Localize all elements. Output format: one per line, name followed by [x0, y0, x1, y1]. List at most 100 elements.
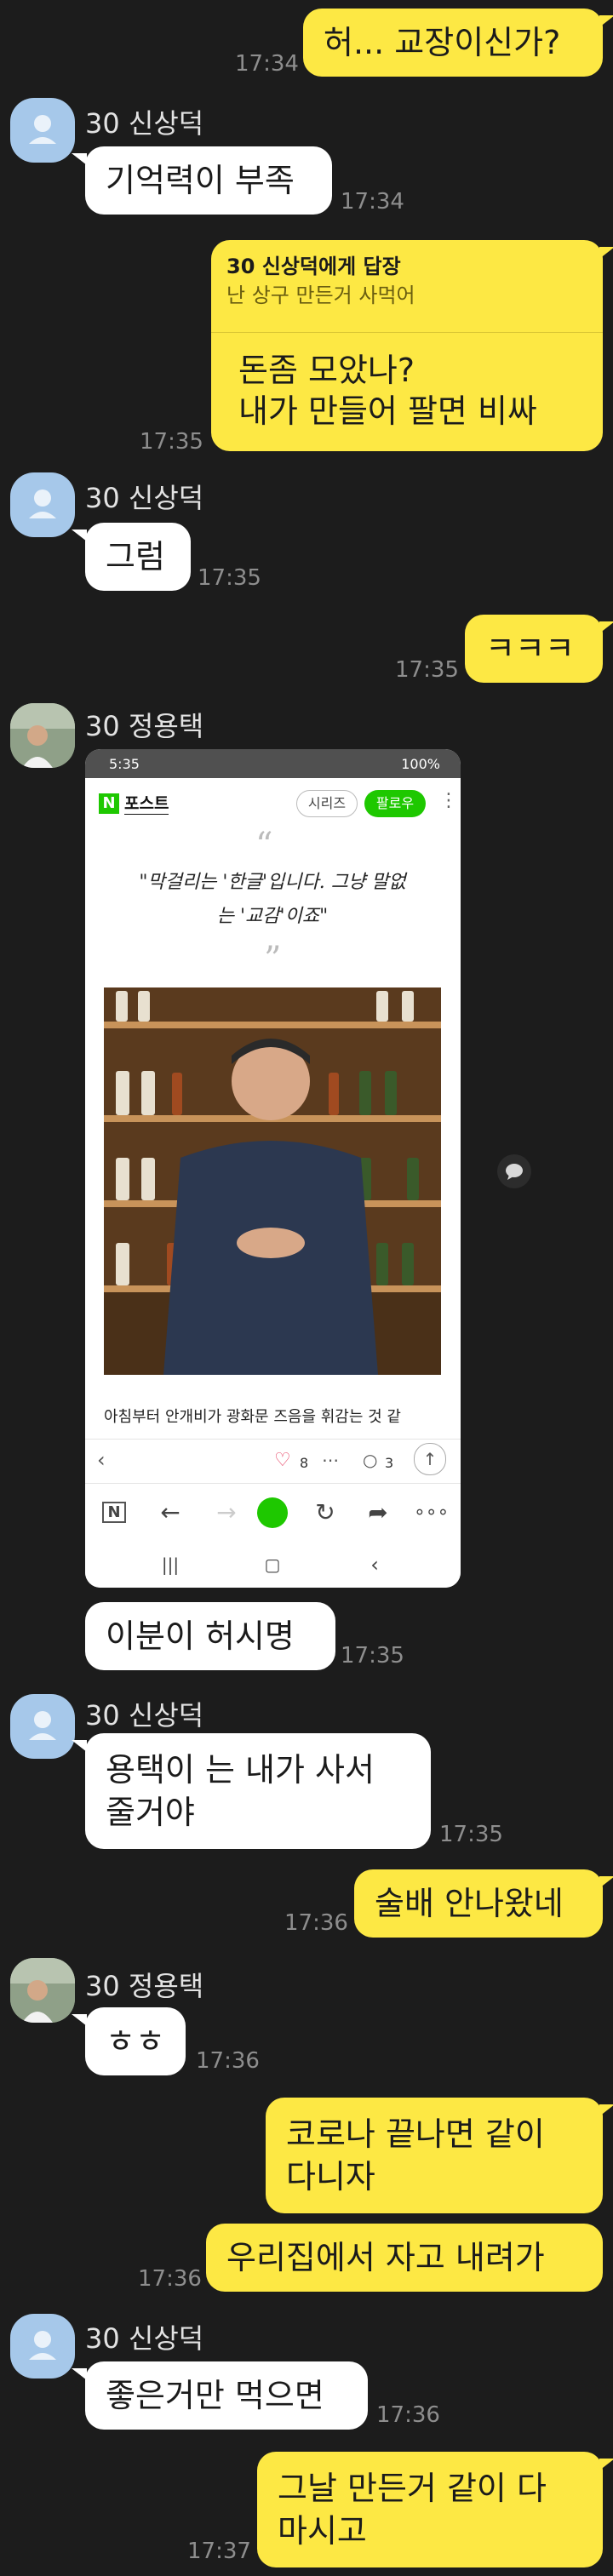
message-text-line: 다니자 — [286, 2158, 375, 2195]
profile-photo-icon — [10, 1958, 75, 2023]
article-photo — [104, 987, 441, 1375]
message-bubble-other[interactable]: 이분이 허시명 — [85, 1602, 335, 1670]
naver-n-icon: N — [99, 793, 119, 814]
back-arrow-icon[interactable]: ← — [153, 1496, 187, 1530]
message-bubble-mine[interactable]: 코로나 끝나면 같이 다니자 — [266, 2098, 603, 2213]
default-profile-icon — [29, 1711, 56, 1740]
message-text-line: 그날 만든거 같이 다 — [278, 2470, 547, 2507]
reply-target: 30 신상덕에게 답장 — [226, 255, 401, 278]
back-icon[interactable]: ‹ — [358, 1548, 392, 1582]
message-time: 17:35 — [439, 1822, 503, 1847]
message-text-line: 코로나 끝나면 같이 — [286, 2115, 545, 2153]
message-time: 17:34 — [341, 189, 404, 215]
message-text: 이분이 허시명 — [106, 1617, 295, 1655]
message-text: ㅎㅎ — [106, 2023, 165, 2060]
message-bubble-other[interactable]: ㅎㅎ — [85, 2007, 186, 2075]
message-bubble-other[interactable]: 기억력이 부족 — [85, 146, 332, 215]
scroll-top-icon[interactable]: ↑ — [414, 1443, 446, 1475]
comment-count: 3 — [385, 1455, 394, 1471]
shared-screenshot-image[interactable]: 5:35 100% N 포스트 시리즈 팔로우 ⋮ “ "막걸리는 '한글'입니… — [85, 749, 461, 1588]
back-arrow-icon[interactable]: ‹ — [97, 1448, 106, 1472]
avatar[interactable] — [10, 1958, 75, 2023]
refresh-icon[interactable]: ↻ — [308, 1496, 342, 1530]
article-caption: 아침부터 안개비가 광화문 즈음을 휘감는 것 같 — [104, 1408, 401, 1426]
follow-button-label: 팔로우 — [375, 795, 415, 811]
message-text: ㅋㅋㅋ — [485, 630, 575, 667]
message-bubble-other[interactable]: 좋은거만 먹으면 — [85, 2361, 368, 2430]
avatar[interactable] — [10, 703, 75, 768]
like-count: 8 — [300, 1455, 309, 1471]
recent-apps-icon[interactable]: ||| — [153, 1548, 187, 1582]
bubble-tail — [72, 2014, 87, 2026]
sender-name: 30 정용택 — [85, 710, 204, 742]
message-text: 좋은거만 먹으면 — [106, 2377, 324, 2414]
bubble-tail — [599, 247, 613, 259]
bubble-tail — [599, 2459, 613, 2470]
bubble-tail — [599, 2104, 613, 2116]
speech-bubble-icon — [506, 1164, 523, 1180]
message-time: 17:35 — [198, 565, 261, 591]
more-options-icon[interactable]: ⋮ — [439, 790, 458, 811]
message-bubble-other[interactable]: 용택이 는 내가 사서 줄거야 — [85, 1733, 431, 1849]
bubble-tail — [72, 2368, 87, 2380]
message-text: 우리집에서 자고 내려가 — [226, 2239, 545, 2276]
message-text-line: 줄거야 — [106, 1794, 195, 1831]
avatar[interactable] — [10, 1694, 75, 1759]
battery-level: 100% — [401, 756, 440, 772]
message-bubble-mine[interactable]: 그날 만든거 같이 다 마시고 — [257, 2452, 603, 2567]
more-icon[interactable]: ⋯ — [322, 1450, 339, 1470]
heart-icon[interactable]: ♡ — [274, 1450, 291, 1471]
comment-icon[interactable]: ○ — [363, 1450, 377, 1470]
bubble-tail — [72, 530, 87, 541]
sender-name: 30 정용택 — [85, 1970, 204, 2002]
message-text: 그럼 — [106, 538, 165, 575]
share-icon[interactable] — [497, 1154, 531, 1188]
message-text-line: 내가 만들어 팔면 비싸 — [238, 392, 537, 430]
bubble-tail — [72, 153, 87, 165]
message-time: 17:35 — [341, 1643, 404, 1669]
more-icon[interactable]: ∘∘∘ — [414, 1496, 449, 1530]
message-time: 17:36 — [138, 2266, 202, 2292]
message-time: 17:36 — [284, 1910, 348, 1936]
article-quote-line: 는 '교감'이죠" — [216, 906, 329, 927]
follow-button[interactable]: 팔로우 — [364, 790, 426, 817]
message-time: 17:36 — [376, 2402, 440, 2428]
avatar[interactable] — [10, 2314, 75, 2379]
app-name: 포스트 — [124, 794, 169, 815]
reply-header[interactable]: 30 신상덕에게 답장 난 상구 만든거 사먹어 — [211, 240, 603, 333]
series-button[interactable]: 시리즈 — [296, 790, 358, 817]
share-icon[interactable]: ➦ — [361, 1496, 395, 1530]
message-bubble-mine[interactable]: 허... 교장이신가? — [303, 9, 603, 77]
sender-name: 30 신상덕 — [85, 107, 204, 140]
browser-toolbar: N ← → ↻ ➦ ∘∘∘ — [85, 1483, 461, 1543]
reply-quote: 난 상구 만든거 사먹어 — [226, 283, 415, 307]
message-text-line: 용택이 는 내가 사서 — [106, 1751, 375, 1789]
avatar[interactable] — [10, 98, 75, 163]
article-quote-line: "막걸리는 '한글'입니다. 그냥 말없 — [139, 872, 406, 893]
post-action-bar: ‹ ♡ 8 ⋯ ○ 3 ↑ — [85, 1439, 461, 1482]
default-profile-icon — [29, 115, 56, 144]
message-text: 기억력이 부족 — [106, 162, 295, 199]
sender-name: 30 신상덕 — [85, 2322, 204, 2355]
bubble-tail — [72, 1740, 87, 1752]
default-profile-icon — [29, 489, 56, 518]
home-icon[interactable]: ▢ — [255, 1548, 289, 1582]
phone-status-bar: 5:35 100% — [85, 749, 461, 778]
sender-name: 30 신상덕 — [85, 1699, 204, 1732]
green-circle-icon[interactable] — [257, 1497, 288, 1528]
message-bubble-mine[interactable]: ㅋㅋㅋ — [465, 615, 603, 683]
android-nav-bar: ||| ▢ ‹ — [85, 1543, 461, 1588]
bubble-tail — [599, 15, 613, 27]
avatar[interactable] — [10, 472, 75, 537]
phone-status-time: 5:35 — [109, 756, 140, 772]
naver-home-icon[interactable]: N — [97, 1496, 131, 1530]
message-bubble-mine[interactable]: 술배 안나왔네 — [354, 1869, 603, 1938]
reply-message-bubble[interactable]: 30 신상덕에게 답장 난 상구 만든거 사먹어 돈좀 모았나? 내가 만들어 … — [211, 240, 603, 451]
message-time: 17:35 — [140, 429, 203, 455]
forward-arrow-icon[interactable]: → — [209, 1496, 243, 1530]
default-profile-icon — [29, 2331, 56, 2360]
post-app-header: N 포스트 시리즈 팔로우 ⋮ — [85, 778, 461, 829]
close-quote-icon: ” — [264, 940, 282, 979]
message-bubble-mine[interactable]: 우리집에서 자고 내려가 — [206, 2224, 603, 2292]
message-bubble-other[interactable]: 그럼 — [85, 523, 191, 591]
